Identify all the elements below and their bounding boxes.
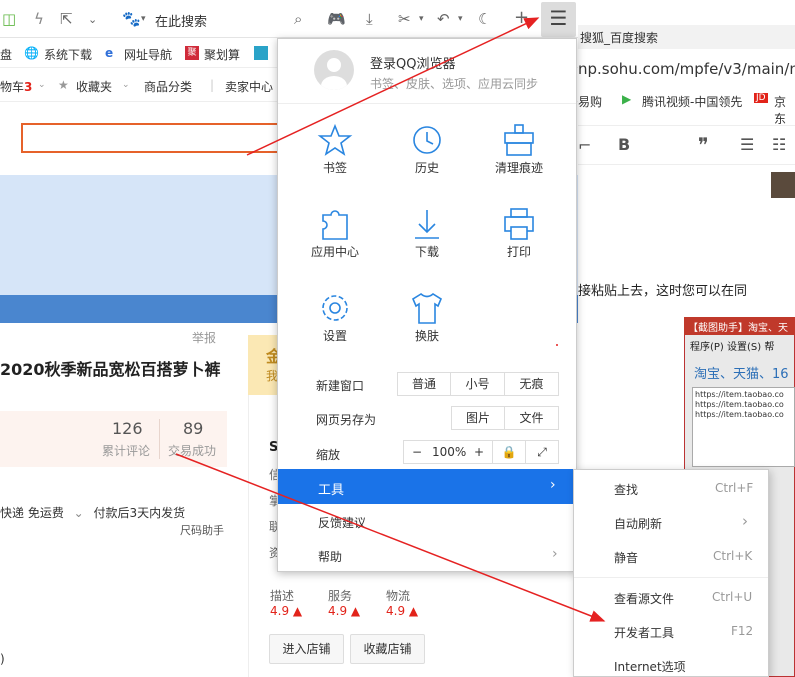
arrow-to-devtools [175,453,606,622]
annotation-arrows [175,17,606,622]
red-dot [556,344,558,346]
arrow-to-menu [246,17,540,156]
